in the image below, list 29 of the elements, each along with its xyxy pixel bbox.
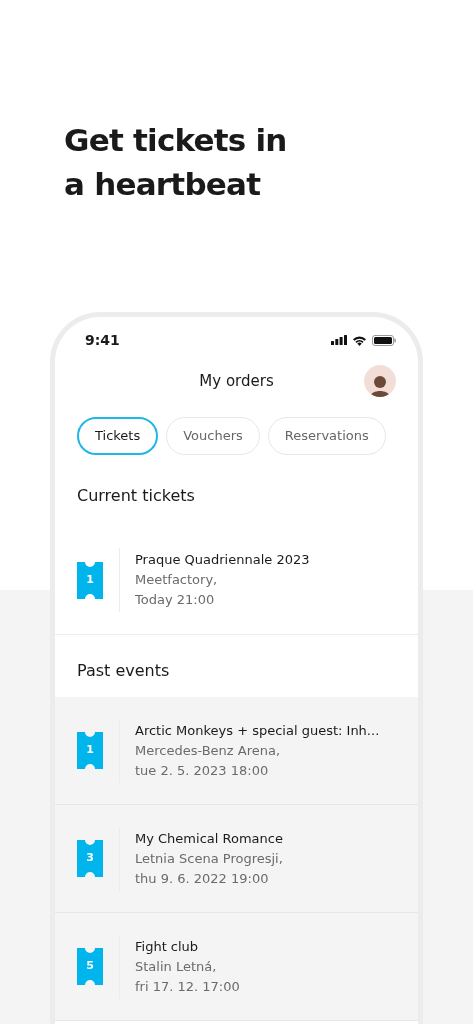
- headline: Get tickets in a heartbeat: [64, 121, 288, 204]
- ticket-icon: 5: [77, 948, 103, 985]
- order-row[interactable]: 5 Fight club Stalin Letná, fri 17. 12. 17:00: [55, 913, 418, 1021]
- event-name: My Chemical Romance: [135, 829, 283, 848]
- battery-icon: [372, 334, 396, 346]
- signal-icon: [331, 335, 347, 345]
- status-time: 9:41: [85, 330, 120, 350]
- order-row[interactable]: 1 Arctic Monkeys + special guest: Inh... Mercedes-Benz Arena, tue 2. 5. 2023 18:00: [55, 697, 418, 805]
- ticket-icon: 1: [77, 561, 103, 599]
- filter-tab[interactable]: Tickets: [77, 417, 159, 455]
- event-date: thu 9. 6. 2022 19:00: [135, 869, 270, 888]
- event-name: Fight club: [135, 937, 200, 956]
- event-date: tue 2. 5. 2023 18:00: [135, 761, 270, 780]
- ticket-icon: 3: [77, 840, 103, 877]
- ticket-icon: 1: [77, 732, 103, 769]
- event-venue: Stalin Letná,: [135, 957, 218, 976]
- event-name: Praque Quadriennale 2023: [135, 551, 310, 569]
- section-title: Current tickets: [77, 485, 195, 507]
- wifi-icon: [352, 334, 367, 346]
- section-title: Past events: [77, 660, 170, 682]
- event-venue: Meetfactory,: [135, 571, 219, 589]
- event-date: Today 21:00: [135, 591, 216, 609]
- event-venue: Letnia Scena Progresji,: [135, 849, 283, 868]
- avatar[interactable]: [364, 365, 396, 397]
- event-name: Arctic Monkeys + special guest: Inh...: [135, 721, 380, 740]
- event-venue: Mercedes-Benz Arena,: [135, 741, 282, 760]
- event-date: fri 17. 12. 17:00: [135, 977, 240, 996]
- screen-title: My orders: [199, 370, 274, 392]
- order-row[interactable]: 3 My Chemical Romance Letnia Scena Progresji, thu 9. 6. 2022 19:00: [55, 805, 418, 913]
